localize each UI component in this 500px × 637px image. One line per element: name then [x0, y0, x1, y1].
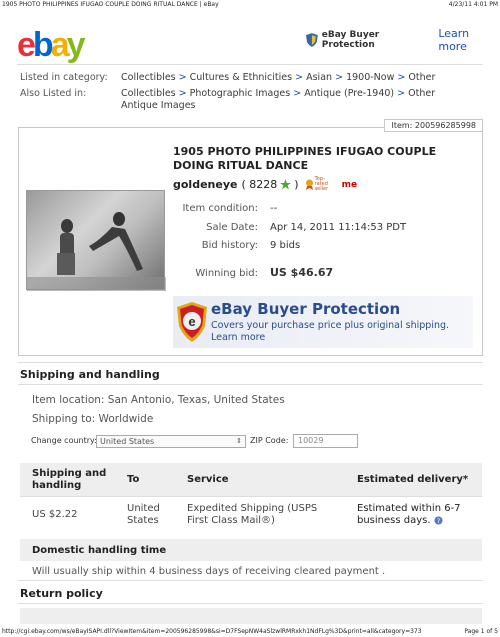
section-divider: [18, 603, 483, 604]
breadcrumb-separator: >: [293, 88, 302, 99]
shipping-table-header: Shipping and handling To Service Estimat…: [20, 463, 482, 497]
buyer-protection-brand: eBay Buyer Protection: [321, 30, 380, 50]
print-footer-page: Page 1 of 5: [464, 628, 498, 635]
photo-figures: [27, 212, 166, 291]
feedback-star-icon: [280, 179, 292, 190]
col-service: Service: [187, 474, 229, 485]
logo-letter-b: b: [32, 26, 54, 64]
col-shipping-handling: Shipping and handling: [32, 467, 107, 491]
shipping-cost: US $2.22: [32, 509, 78, 520]
domestic-handling-title: Domestic handling time: [20, 539, 482, 561]
cat-link-photographic-images[interactable]: Photographic Images: [190, 88, 291, 99]
section-divider: [18, 384, 483, 385]
winning-bid-label: Winning bid:: [195, 268, 258, 279]
cat-link-antique[interactable]: Antique (Pre-1940): [304, 88, 394, 99]
breadcrumb-separator: >: [178, 72, 187, 83]
buyer-protection-banner[interactable]: e eBay Buyer Protection Covers your purc…: [173, 296, 473, 348]
seller-name[interactable]: goldeneye: [173, 178, 237, 191]
cat-link-collectibles-2[interactable]: Collectibles: [121, 88, 176, 99]
bid-history-label: Bid history:: [201, 240, 258, 251]
shipping-section-title: Shipping and handling: [20, 368, 160, 381]
breadcrumb-separator: >: [335, 72, 344, 83]
select-arrows-icon: ⇕: [236, 437, 242, 445]
delivery-estimate: Estimated within 6-7 business days. ?: [335, 503, 482, 527]
section-divider: [18, 580, 483, 581]
also-listed-label: Also Listed in:: [20, 88, 87, 99]
zip-input[interactable]: 10029: [293, 434, 358, 448]
seller-info: goldeneye ( 8228 ) Top-rated seller me: [173, 177, 357, 192]
item-location: Item location: San Antonio, Texas, Unite…: [32, 394, 285, 406]
header-divider: [17, 64, 483, 65]
table-row: US $2.22 United States Expedited Shippin…: [20, 497, 482, 539]
item-title: 1905 PHOTO PHILIPPINES IFUGAO COUPLE DOI…: [173, 145, 463, 173]
also-listed-breadcrumb: Collectibles > Photographic Images > Ant…: [121, 88, 435, 99]
breadcrumb-separator: >: [397, 72, 406, 83]
me-badge-icon[interactable]: me: [342, 180, 357, 190]
buyer-protection-header: eBay Buyer Protection Learn more: [306, 27, 500, 53]
cat-link-other-2[interactable]: Other: [408, 88, 435, 99]
shield-icon: [306, 33, 318, 47]
section-divider: [18, 362, 483, 363]
item-title-line2: DOING RITUAL DANCE: [173, 159, 309, 172]
learn-more-link[interactable]: Learn more: [438, 27, 500, 53]
col-estimated-delivery: Estimated delivery*: [357, 474, 469, 485]
cat-link-cultures[interactable]: Cultures & Ethnicities: [190, 72, 292, 83]
condition-value: --: [270, 203, 278, 214]
delivery-estimate-text: Estimated within 6-7 business days.: [357, 503, 461, 526]
breadcrumb-separator: >: [295, 72, 304, 83]
print-header-datetime: 4/23/11 4:01 PM: [448, 1, 498, 8]
logo-letter-e: e: [17, 26, 36, 64]
return-policy-title: Return policy: [20, 587, 103, 600]
bp-banner-learn-more[interactable]: Learn more: [211, 332, 265, 343]
ship-to-country: United States: [127, 503, 160, 526]
bp-banner-coverage: Covers your purchase price plus original…: [211, 320, 450, 331]
item-photo[interactable]: [26, 190, 166, 291]
seller-feedback-close: ): [294, 178, 299, 191]
top-rated-badge: Top-rated seller: [305, 177, 337, 192]
shield-e-icon: e: [177, 302, 207, 342]
change-country-label: Change country:: [31, 436, 97, 445]
bp-banner-heading: eBay Buyer Protection: [211, 300, 401, 318]
logo-letter-a: a: [50, 26, 70, 64]
seller-feedback[interactable]: ( 8228: [241, 178, 277, 191]
country-select-value: United States: [100, 437, 155, 446]
logo-letter-y: y: [66, 26, 86, 64]
ebay-logo[interactable]: ebay: [17, 27, 97, 64]
svg-text:e: e: [188, 314, 195, 329]
return-policy-header-bar: [20, 608, 482, 624]
sale-date-label: Sale Date:: [206, 222, 258, 233]
breadcrumb-separator: >: [397, 88, 406, 99]
cat-link-antique-images-text[interactable]: Antique Images: [121, 100, 196, 111]
ships-to: Shipping to: Worldwide: [32, 413, 154, 425]
listed-in-label: Listed in category:: [20, 72, 108, 83]
winning-bid-value: US $46.67: [270, 266, 334, 279]
cat-link-1900-now[interactable]: 1900-Now: [346, 72, 394, 83]
zip-label: ZIP Code:: [250, 436, 289, 445]
shipping-table: Shipping and handling To Service Estimat…: [20, 463, 482, 561]
bid-history-value[interactable]: 9 bids: [270, 240, 300, 251]
top-rated-label: Top-rated seller: [314, 176, 329, 192]
cat-link-antique-images[interactable]: Antique Images: [121, 100, 196, 111]
col-to: To: [127, 474, 140, 485]
item-title-line1: 1905 PHOTO PHILIPPINES IFUGAO COUPLE: [173, 145, 437, 158]
cat-link-other[interactable]: Other: [408, 72, 435, 83]
condition-label: Item condition:: [182, 203, 258, 214]
cat-link-collectibles[interactable]: Collectibles: [121, 72, 176, 83]
item-number: Item: 200596285998: [384, 119, 483, 132]
medal-icon: [305, 179, 313, 190]
svg-text:?: ?: [437, 518, 440, 525]
help-icon[interactable]: ?: [434, 515, 443, 525]
sale-date-value: Apr 14, 2011 11:14:53 PDT: [270, 222, 407, 233]
domestic-handling-text: Will usually ship within 4 business days…: [32, 566, 386, 577]
shipping-service: Expedited Shipping (USPS First Class Mai…: [187, 503, 318, 526]
cat-link-asian[interactable]: Asian: [306, 72, 332, 83]
print-header-title: 1905 PHOTO PHILIPPINES IFUGAO COUPLE DOI…: [2, 1, 219, 8]
country-select[interactable]: United States ⇕: [96, 435, 246, 448]
listed-breadcrumb: Collectibles > Cultures & Ethnicities > …: [121, 72, 435, 83]
print-footer-url: http://cgi.ebay.com/ws/eBayISAPI.dll?Vie…: [2, 628, 422, 635]
breadcrumb-separator: >: [178, 88, 187, 99]
